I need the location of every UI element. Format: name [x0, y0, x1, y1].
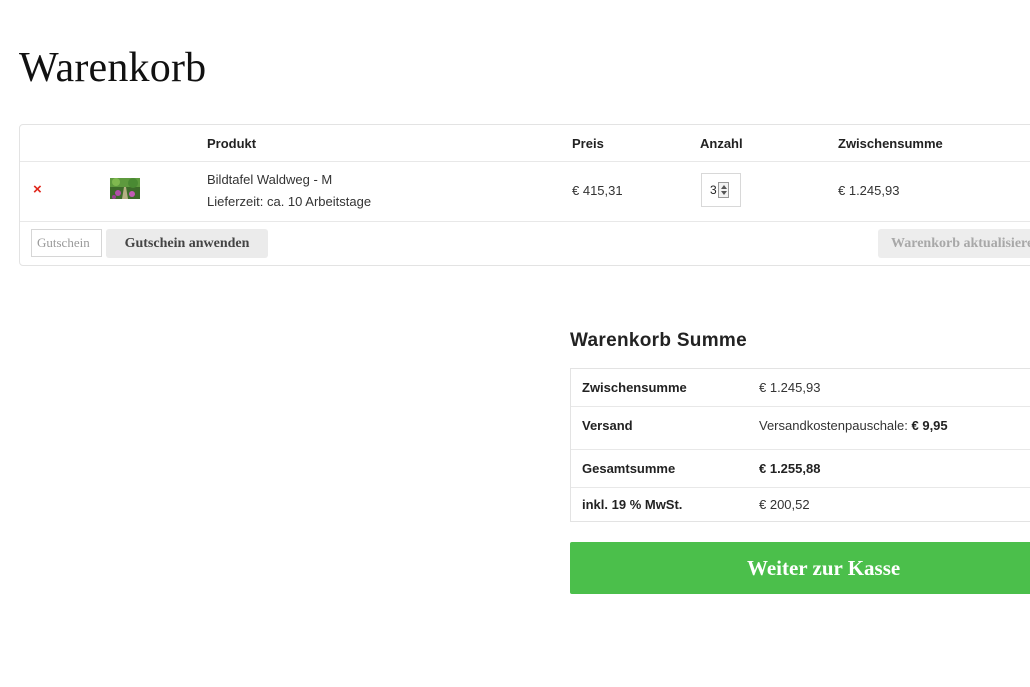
totals-label: inkl. 19 % MwSt. — [582, 497, 683, 512]
cart-table-header: Produkt Preis Anzahl Zwischensumme — [20, 125, 1030, 162]
spin-up-icon[interactable] — [721, 185, 727, 189]
cart-item-row: × Bildtafel Waldweg - M Lieferzeit: ca. … — [20, 161, 1030, 222]
item-subtotal: € 1.245,93 — [838, 183, 900, 198]
totals-row-subtotal: Zwischensumme € 1.245,93 — [571, 369, 1030, 407]
checkout-button[interactable]: Weiter zur Kasse — [570, 542, 1030, 594]
delivery-time: Lieferzeit: ca. 10 Arbeitstage — [207, 194, 372, 209]
quantity-value[interactable]: 3 — [710, 183, 717, 197]
cart-totals-table: Zwischensumme € 1.245,93 Versand Versand… — [570, 368, 1030, 522]
cart-totals-title: Warenkorb Summe — [570, 330, 747, 351]
shipping-value: Versandkostenpauschale: € 9,95 — [759, 418, 948, 433]
totals-row-total: Gesamtsumme € 1.255,88 — [571, 449, 1030, 488]
grand-total-value: € 1.255,88 — [759, 461, 821, 476]
header-product: Produkt — [207, 136, 257, 151]
coupon-input[interactable] — [31, 229, 102, 257]
product-thumbnail[interactable] — [110, 178, 140, 199]
totals-row-shipping: Versand Versandkostenpauschale: € 9,95 — [571, 406, 1030, 450]
totals-label: Versand — [582, 418, 633, 433]
header-price: Preis — [572, 136, 604, 151]
item-price: € 415,31 — [572, 183, 623, 198]
totals-label: Gesamtsumme — [582, 461, 676, 476]
page-title: Warenkorb — [19, 45, 207, 91]
shipping-label: Versandkostenpauschale: — [759, 418, 912, 433]
totals-row-tax: inkl. 19 % MwSt. € 200,52 — [571, 487, 1030, 522]
header-subtotal: Zwischensumme — [838, 136, 943, 151]
spin-down-icon[interactable] — [721, 191, 727, 195]
checkout-label: Weiter zur Kasse — [747, 556, 901, 580]
remove-item-icon[interactable]: × — [33, 181, 42, 198]
totals-value: € 1.245,93 — [759, 380, 821, 395]
product-name-link[interactable]: Bildtafel Waldweg - M — [207, 172, 332, 187]
cart-table: Produkt Preis Anzahl Zwischensumme × Bil… — [19, 124, 1030, 266]
quantity-spin-icon[interactable] — [718, 182, 729, 198]
apply-coupon-button[interactable]: Gutschein anwenden — [106, 229, 268, 258]
quantity-stepper[interactable]: 3 — [701, 173, 741, 207]
update-cart-button[interactable]: Warenkorb aktualisieren — [878, 229, 1030, 258]
header-quantity: Anzahl — [700, 136, 743, 151]
tax-value: € 200,52 — [759, 497, 810, 512]
shipping-cost: € 9,95 — [911, 418, 948, 433]
totals-label: Zwischensumme — [582, 380, 687, 395]
